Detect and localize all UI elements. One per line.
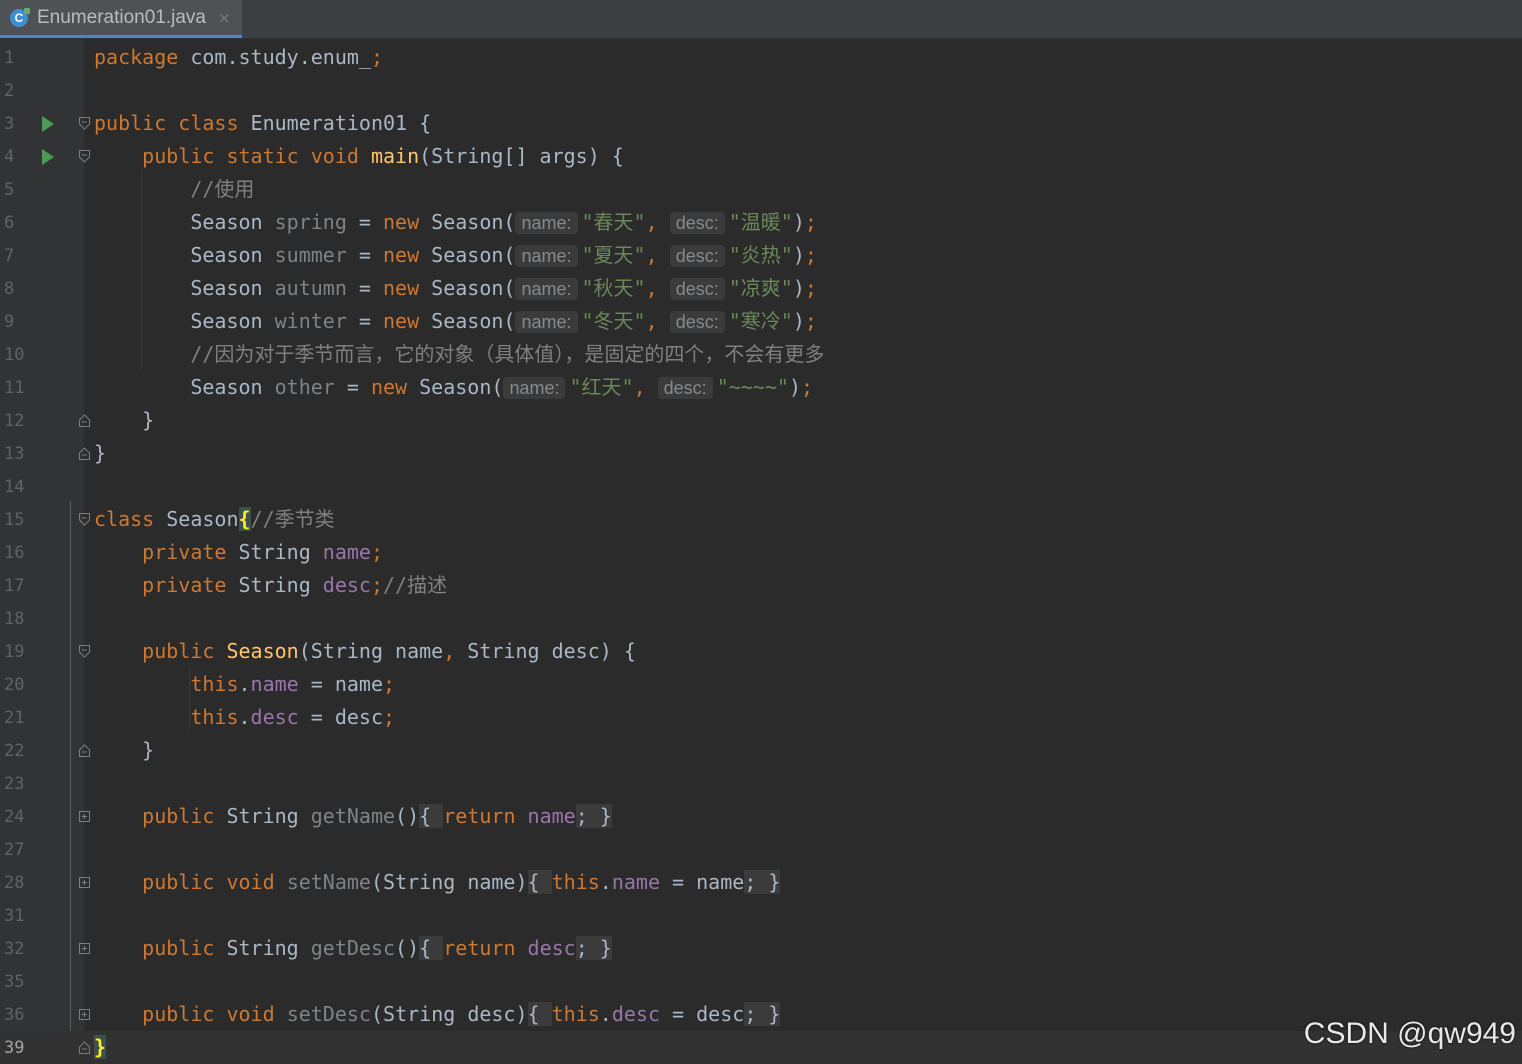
code-line: 24 public String getName(){ return name;… — [4, 804, 612, 828]
editor-tab-bar: C Enumeration01.java × — [0, 0, 1522, 39]
code-line: 19 public Season(String name, String des… — [4, 639, 636, 663]
param-hint: name: — [515, 212, 578, 234]
line-number: 17 — [4, 576, 25, 596]
code-editor[interactable]: 1 package com.study.enum_; 2 3 public cl… — [0, 39, 1522, 1064]
code-line: 36 public void setDesc(String desc){ thi… — [4, 1002, 781, 1026]
fold-icon[interactable] — [79, 513, 90, 526]
line-number: 36 — [4, 1005, 25, 1025]
code-line: 27 — [0, 833, 1522, 866]
code-line: 7 Season summer = new Season(name: "夏天", … — [4, 243, 817, 267]
line-number: 6 — [4, 213, 15, 233]
line-number: 2 — [4, 81, 15, 101]
fold-icon[interactable] — [79, 117, 90, 130]
line-number: 5 — [4, 180, 15, 200]
line-number: 7 — [4, 246, 15, 266]
code-line: 15 class Season{//季节类 — [4, 507, 335, 531]
code-line: 28 public void setName(String name){ thi… — [4, 870, 781, 894]
line-number: 3 — [4, 114, 15, 134]
code-line: 1 package com.study.enum_; — [4, 45, 383, 69]
line-number: 1 — [4, 48, 15, 68]
line-number: 24 — [4, 807, 25, 827]
param-hint: desc: — [669, 278, 725, 300]
line-number: 19 — [4, 642, 25, 662]
code-line: 17 private String desc;//描述 — [4, 573, 448, 597]
code-line: 5 //使用 — [4, 177, 255, 201]
fold-end-icon[interactable] — [79, 414, 90, 427]
folded-region[interactable]: { — [527, 870, 552, 894]
fold-end-icon[interactable] — [79, 447, 90, 460]
code-line: 14 — [0, 470, 1522, 503]
fold-icon[interactable] — [79, 150, 90, 163]
param-hint: name: — [515, 311, 578, 333]
param-hint: desc: — [669, 311, 725, 333]
code-line: 32 public String getDesc(){ return desc;… — [4, 936, 612, 960]
java-class-icon: C — [10, 7, 30, 27]
expand-icon[interactable] — [79, 942, 90, 955]
param-hint: desc: — [669, 245, 725, 267]
matched-brace: { — [238, 507, 251, 531]
line-number: 18 — [4, 609, 25, 629]
code-line: 2 — [0, 74, 1522, 107]
code-line: 12 } — [4, 408, 155, 432]
code-line: 23 — [0, 767, 1522, 800]
code-line: 6 Season spring = new Season(name: "春天", … — [4, 210, 817, 234]
code-line: 18 — [0, 602, 1522, 635]
line-number: 12 — [4, 411, 25, 431]
line-number: 23 — [4, 774, 25, 794]
code-line: 21 this.desc = desc; — [4, 705, 396, 729]
line-number: 20 — [4, 675, 25, 695]
code-line: 9 Season winter = new Season(name: "冬天", … — [4, 309, 817, 333]
line-number: 4 — [4, 147, 15, 167]
line-number: 21 — [4, 708, 25, 728]
fold-end-icon[interactable] — [79, 1041, 90, 1054]
code-line: 8 Season autumn = new Season(name: "秋天", … — [4, 276, 817, 300]
code-line: 20 this.name = name; — [4, 672, 396, 696]
param-hint: name: — [515, 278, 578, 300]
folded-region[interactable]: { — [527, 1002, 552, 1026]
tab-enumeration01-java[interactable]: C Enumeration01.java × — [0, 0, 242, 38]
line-number: 14 — [4, 477, 25, 497]
line-number: 28 — [4, 873, 25, 893]
line-number: 39 — [4, 1038, 25, 1058]
expand-icon[interactable] — [79, 876, 90, 889]
line-number: 8 — [4, 279, 15, 299]
expand-icon[interactable] — [79, 810, 90, 823]
expand-icon[interactable] — [79, 1008, 90, 1021]
folded-region[interactable]: { — [419, 936, 444, 960]
param-hint: name: — [503, 377, 566, 399]
line-number: 15 — [4, 510, 25, 530]
run-icon[interactable] — [42, 116, 54, 132]
line-number: 16 — [4, 543, 25, 563]
fold-icon[interactable] — [79, 645, 90, 658]
line-number: 22 — [4, 741, 25, 761]
line-number: 13 — [4, 444, 25, 464]
matched-brace: } — [94, 1035, 107, 1059]
line-number: 35 — [4, 972, 25, 992]
line-number: 11 — [4, 378, 25, 398]
code-line: 3 public class Enumeration01 { — [4, 111, 432, 135]
tab-title: Enumeration01.java — [37, 6, 206, 28]
line-number: 10 — [4, 345, 25, 365]
fold-end-icon[interactable] — [79, 744, 90, 757]
code-line: 10 //因为对于季节而言，它的对象（具体值），是固定的四个，不会有更多 — [4, 342, 825, 366]
line-number: 32 — [4, 939, 25, 959]
code-line: 16 private String name; — [4, 540, 384, 564]
line-number: 9 — [4, 312, 15, 332]
code-line: 11 Season other = new Season(name: "红天", … — [4, 375, 814, 399]
code-line: 31 — [0, 899, 1522, 932]
code-line: 4 public static void main(String[] args)… — [4, 144, 624, 168]
code-line: 22 } — [4, 738, 155, 762]
close-icon[interactable]: × — [218, 9, 231, 27]
param-hint: desc: — [657, 377, 713, 399]
param-hint: name: — [515, 245, 578, 267]
run-icon[interactable] — [42, 149, 54, 165]
line-number: 31 — [4, 906, 25, 926]
code-line-current: 39 } — [0, 1031, 1522, 1064]
folded-region[interactable]: { — [419, 804, 444, 828]
param-hint: desc: — [669, 212, 725, 234]
code-line: 35 — [0, 965, 1522, 998]
line-number: 27 — [4, 840, 25, 860]
watermark: CSDN @qw949 — [1303, 1017, 1516, 1050]
code-line: 13 } — [4, 441, 107, 465]
